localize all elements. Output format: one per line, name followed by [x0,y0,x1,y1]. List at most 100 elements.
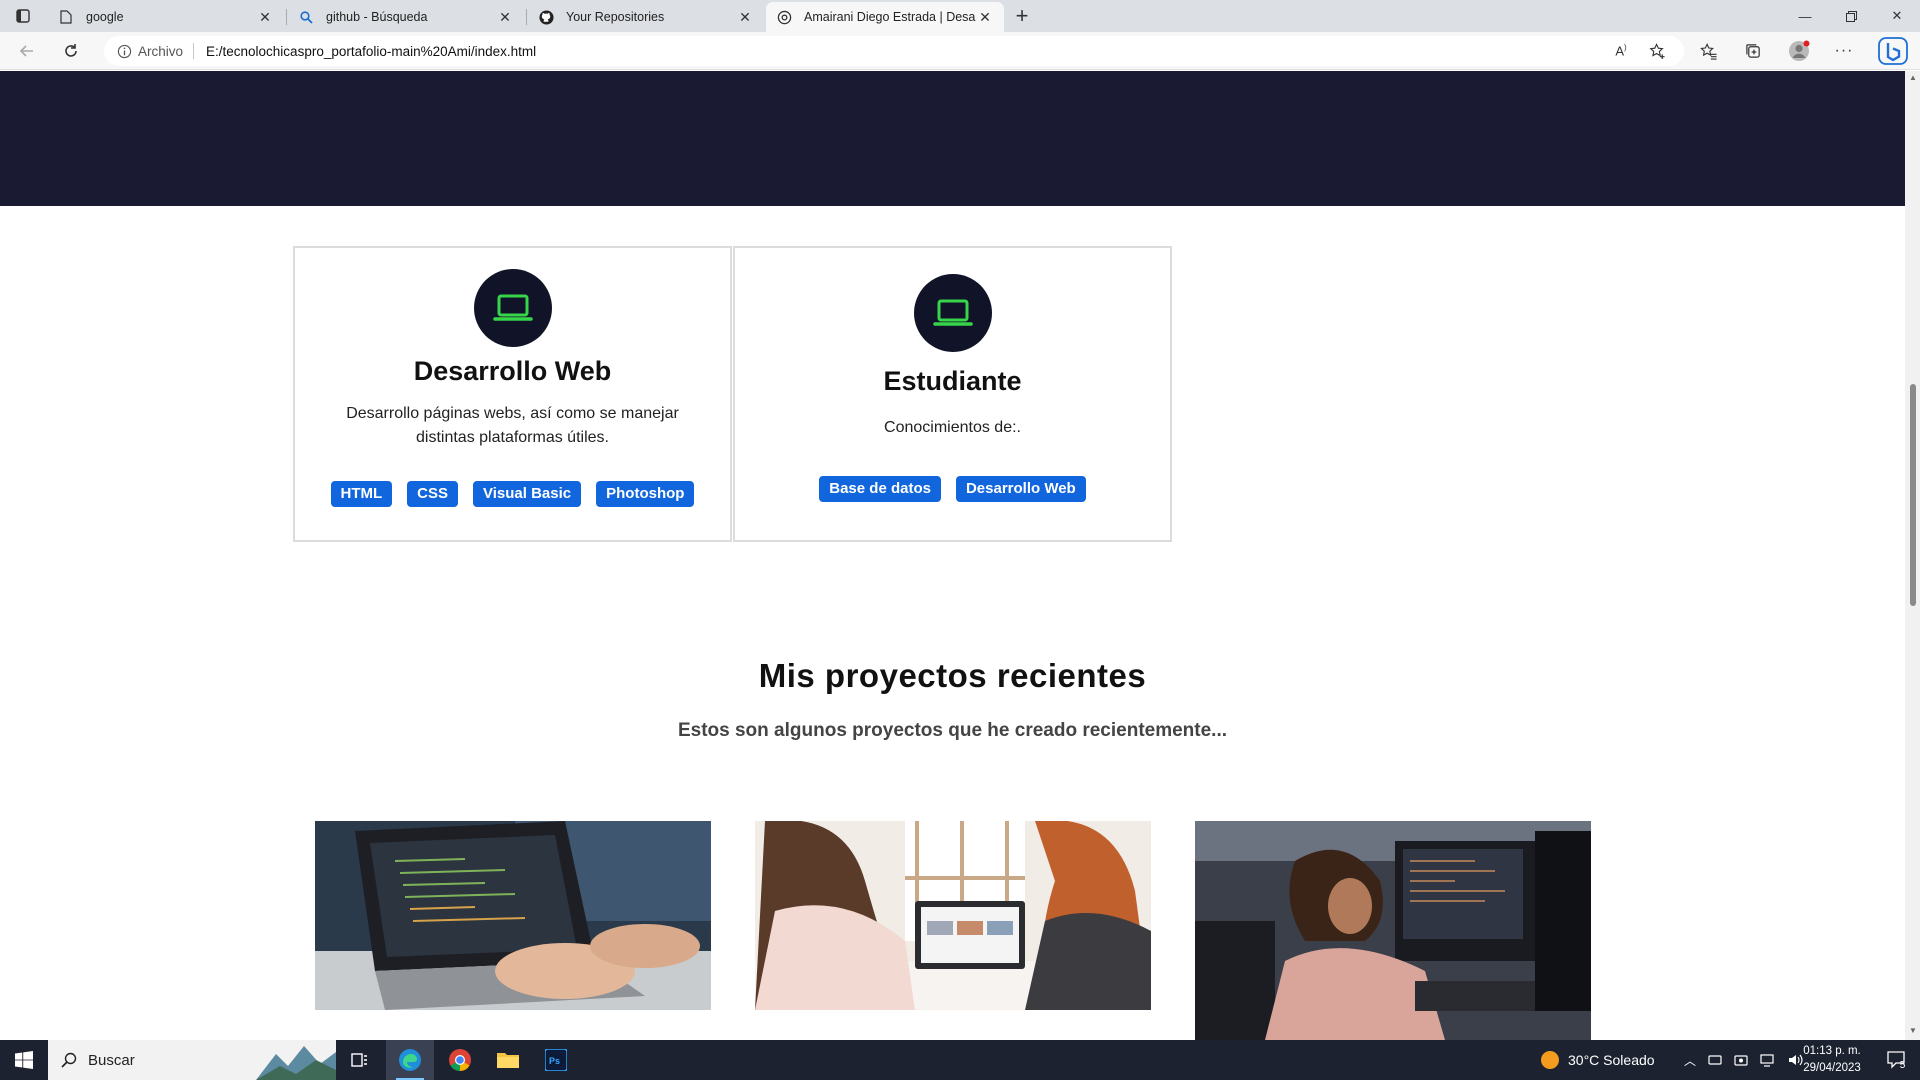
scrollbar-thumb[interactable] [1910,384,1916,606]
tab-portfolio[interactable]: Amairani Diego Estrada | Desarro ✕ [766,2,1004,32]
minimize-button[interactable]: — [1782,0,1828,32]
notification-count: 5 [1899,1059,1906,1071]
search-icon [60,1051,78,1069]
minimize-icon: — [1798,8,1812,24]
search-placeholder: Buscar [88,1051,135,1069]
skill-card-desarrollo-web: Desarrollo Web Desarrollo páginas webs, … [293,246,732,542]
weather-widget[interactable]: 30°C Soleado [1540,1040,1655,1080]
favorites-icon [1700,42,1717,60]
start-button[interactable] [0,1040,48,1080]
collections-button[interactable] [1738,37,1768,65]
profile-button[interactable] [1784,37,1814,65]
projects-subtitle: Estos son algunos proyectos que he cread… [677,720,1228,741]
tab-google[interactable]: google ✕ [48,2,284,32]
address-separator [193,43,195,59]
windows-logo-icon [15,1051,33,1069]
refresh-icon [65,44,77,57]
refresh-button[interactable] [56,37,86,65]
search-icon [298,9,314,25]
project-image-3[interactable] [1195,821,1591,1040]
close-icon[interactable]: ✕ [976,8,994,26]
projects-heading: Mis proyectos recientes [758,657,1147,694]
address-bar[interactable]: Archivo E:/tecnolochicaspro_portafolio-m… [104,36,1684,66]
sun-icon [1541,1051,1559,1069]
scroll-up-arrow-icon[interactable]: ▲ [1908,73,1918,83]
clock-date: 29/04/2023 [1803,1062,1861,1074]
taskbar-app-edge[interactable] [386,1040,434,1080]
show-hidden-icons-icon[interactable]: ︿ [1684,1052,1696,1069]
laptop-icon-circle [473,269,552,347]
github-icon [538,9,554,25]
scroll-down-arrow-icon[interactable]: ▼ [1908,1026,1918,1036]
edge-icon [399,1049,421,1071]
info-icon[interactable] [116,43,132,59]
page-icon [58,9,74,25]
bing-icon [1878,37,1908,65]
page-scrollbar[interactable]: ▲ ▼ [1905,71,1920,1040]
close-icon[interactable]: ✕ [496,8,514,26]
skill-card-estudiante: Estudiante Conocimientos de:. Base de da… [733,246,1172,542]
taskbar-app-file-explorer[interactable] [484,1040,532,1080]
network-icon[interactable] [1760,1053,1776,1067]
tab-separator [526,9,527,25]
restore-button[interactable] [1828,0,1874,32]
task-view-button[interactable] [336,1040,384,1080]
woman-monitors-image [1195,821,1591,1040]
site-icon [776,9,792,25]
skill-description: Conocimientos de:. [884,419,1021,436]
project-image-2[interactable] [755,821,1151,1010]
close-icon[interactable]: ✕ [256,8,274,26]
tab-title: Your Repositories [566,10,665,24]
weather-text: 30°C Soleado [1568,1052,1655,1068]
close-icon[interactable]: ✕ [736,8,754,26]
star-plus-icon [1648,42,1665,59]
camera-icon[interactable] [1734,1053,1748,1067]
header-section [0,71,1905,206]
tab-your-repositories[interactable]: Your Repositories ✕ [528,2,764,32]
favorites-button[interactable] [1694,37,1724,65]
clock-time: 01:13 p. m. [1803,1045,1861,1057]
tab-title: google [86,10,124,24]
address-toolbar: Archivo E:/tecnolochicaspro_portafolio-m… [0,32,1920,70]
read-aloud-button[interactable]: A) [1606,37,1636,65]
skill-title: Desarrollo Web [413,356,612,386]
url-text[interactable]: E:/tecnolochicaspro_portafolio-main%20Am… [206,44,536,59]
collections-icon [1745,43,1760,58]
site-info-label[interactable]: Archivo [138,44,183,59]
restore-icon [1845,10,1857,22]
tab-title: github - Búsqueda [326,10,428,24]
page-viewport: Desarrollo Web Desarrollo páginas webs, … [0,71,1905,1040]
project-image-1[interactable] [315,821,711,1010]
women-laptop-image [755,821,1151,1010]
close-window-button[interactable]: ✕ [1874,0,1920,32]
laptop-icon [492,294,533,321]
tab-strip: google ✕ github - Búsqueda ✕ Your Reposi… [0,0,1920,32]
meet-now-icon[interactable] [1708,1053,1722,1067]
tab-actions-button[interactable] [8,4,38,28]
notifications-button[interactable]: 5 [1876,1040,1916,1080]
plus-icon: + [1015,3,1029,28]
taskbar-app-chrome[interactable] [436,1040,484,1080]
badge-css: CSS [407,481,459,507]
tab-actions-icon [16,9,30,23]
taskbar-search-box[interactable]: Buscar [48,1040,336,1080]
taskbar-app-photoshop[interactable]: Ps [532,1040,580,1080]
task-view-icon [351,1053,367,1067]
tab-separator [286,9,287,25]
tab-github-search[interactable]: github - Búsqueda ✕ [288,2,524,32]
tab-title: Amairani Diego Estrada | Desarro [804,10,976,24]
avatar-icon [1789,40,1810,61]
skill-badges: Base de datos Desarrollo Web [735,476,1170,502]
folder-icon [497,1053,519,1068]
close-icon: ✕ [1891,8,1903,23]
new-tab-button[interactable]: + [1008,3,1036,28]
add-favorite-button[interactable] [1642,37,1672,65]
settings-menu-button[interactable]: ··· [1829,37,1859,65]
back-button[interactable] [12,37,42,65]
svg-text:Ps: Ps [549,1056,560,1066]
back-arrow-icon [19,45,33,57]
badge-visual-basic: Visual Basic [473,481,582,507]
taskbar-clock[interactable]: 01:13 p. m. 29/04/2023 [1796,1043,1868,1077]
badge-base-de-datos: Base de datos [819,476,941,502]
bing-chat-button[interactable] [1876,37,1910,65]
